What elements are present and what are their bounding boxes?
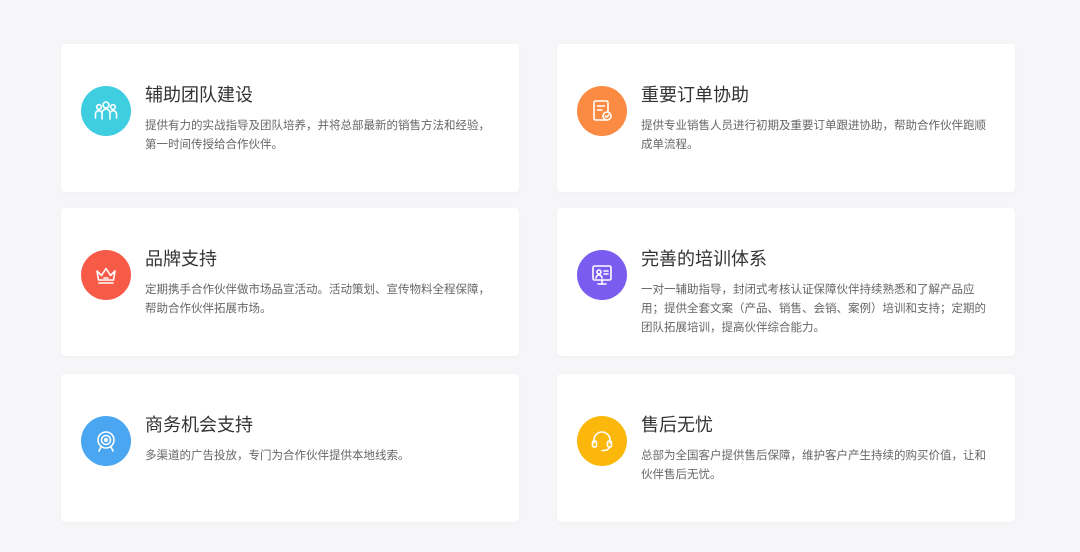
- card-title: 完善的培训体系: [641, 249, 767, 270]
- card-title: 辅助团队建设: [145, 85, 253, 106]
- card-brand-support: 品牌支持 定期携手合作伙伴做市场品宣活动。活动策划、宣传物料全程保障，帮助合作伙…: [61, 208, 519, 356]
- card-after-sales: 售后无忧 总部为全国客户提供售后保障，维护客户产生持续的购买价值，让和伙伴售后无…: [557, 374, 1015, 522]
- card-title: 售后无忧: [641, 415, 713, 436]
- card-business-opportunity: 商务机会支持 多渠道的广告投放，专门为合作伙伴提供本地线索。: [61, 374, 519, 522]
- card-title: 品牌支持: [145, 249, 217, 270]
- card-order-assist: 重要订单协助 提供专业销售人员进行初期及重要订单跟进协助，帮助合作伙伴跑顺成单流…: [557, 44, 1015, 192]
- card-desc: 总部为全国客户提供售后保障，维护客户产生持续的购买价值，让和伙伴售后无忧。: [641, 448, 986, 481]
- card-desc: 多渠道的广告投放，专门为合作伙伴提供本地线索。: [145, 448, 410, 462]
- crown-icon: [81, 250, 131, 300]
- order-icon: [577, 86, 627, 136]
- card-title: 商务机会支持: [145, 415, 253, 436]
- training-icon: [577, 250, 627, 300]
- card-title: 重要订单协助: [641, 85, 749, 106]
- target-icon: [81, 416, 131, 466]
- headset-icon: [577, 416, 627, 466]
- card-desc: 提供有力的实战指导及团队培养，并将总部最新的销售方法和经验，第一时间传授给合作伙…: [145, 118, 490, 151]
- card-team-building: 辅助团队建设 提供有力的实战指导及团队培养，并将总部最新的销售方法和经验，第一时…: [61, 44, 519, 192]
- card-desc: 提供专业销售人员进行初期及重要订单跟进协助，帮助合作伙伴跑顺成单流程。: [641, 118, 986, 151]
- team-icon: [81, 86, 131, 136]
- card-desc: 定期携手合作伙伴做市场品宣活动。活动策划、宣传物料全程保障，帮助合作伙伴拓展市场…: [145, 282, 490, 315]
- card-training-system: 完善的培训体系 一对一辅助指导，封闭式考核认证保障伙伴持续熟悉和了解产品应用；提…: [557, 208, 1015, 356]
- card-desc: 一对一辅助指导，封闭式考核认证保障伙伴持续熟悉和了解产品应用；提供全套文案（产品…: [641, 282, 986, 334]
